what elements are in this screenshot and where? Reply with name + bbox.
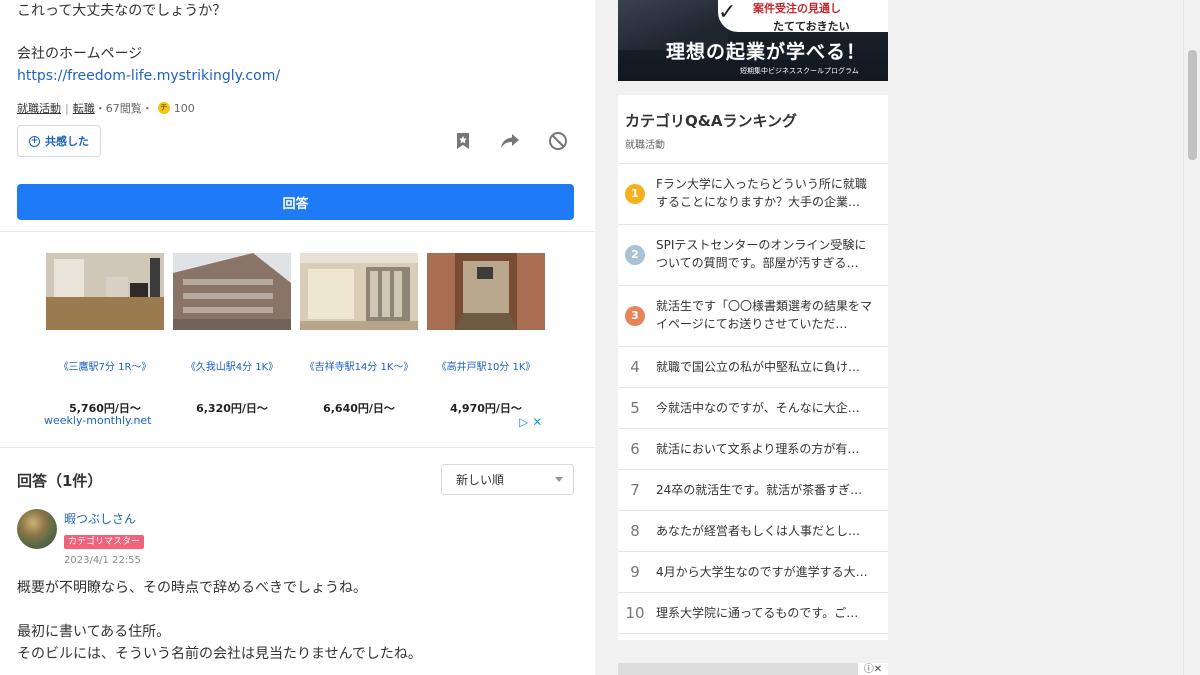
rank-number: 10	[625, 604, 645, 622]
bookmark-icon	[457, 133, 469, 149]
block-icon	[549, 132, 567, 150]
ranking-list: 1 Fラン大学に入ったらどういう所に就職することになりますか？大手の企業… 2 SPI…	[618, 163, 888, 634]
ranking-item-text: SPIテストセンターのオンライン受験についての質問です。部屋が汚すぎる…	[656, 238, 867, 270]
rank-number: 9	[630, 563, 640, 581]
ranking-item-text: 4月から大学生なのですが進学する大…	[656, 565, 868, 579]
share-icon	[501, 134, 519, 148]
banner-line1: 案件受注の見通し	[753, 2, 841, 15]
ad-image-room	[46, 253, 164, 330]
question-meta: 就職活動 | 転職 ・67閲覧・ チ 100	[17, 100, 195, 116]
ranking-item[interactable]: 8 あなたが経営者もしくは人事だとし…	[618, 510, 888, 551]
ad-price: 4,970円/日～	[450, 402, 522, 415]
plus-icon: +	[29, 135, 40, 147]
ad-image-hallway	[427, 253, 545, 330]
ad-title: 《三鷹駅7分 1R～》	[58, 362, 152, 373]
ranking-item[interactable]: 4 就職で国公立の私が中堅私立に負け…	[618, 346, 888, 387]
category-link-tenshoku[interactable]: 転職	[73, 100, 95, 116]
homepage-link[interactable]: https://freedom-life.mystrikingly.com/	[17, 67, 280, 85]
ad-close-icon[interactable]: ⓘ✕	[858, 663, 888, 675]
rank-number: 7	[630, 481, 640, 499]
ad-domain[interactable]: weekly-monthly.net	[44, 414, 152, 427]
ranking-item-text: 24卒の就活生です。就活が茶番すぎ…	[656, 483, 863, 497]
ranking-item-text: Fラン大学に入ったらどういう所に就職することになりますか？大手の企業…	[656, 177, 867, 209]
report-button[interactable]	[546, 129, 570, 153]
category-link-shukatsu[interactable]: 就職活動	[17, 100, 61, 116]
ad-card[interactable]: 《三鷹駅7分 1R～》 5,760円/日～	[46, 253, 164, 416]
rank-number: 6	[630, 440, 640, 458]
question-text: これって大丈夫なのでしょうか？	[17, 3, 227, 19]
check-icon: ✓	[718, 0, 737, 25]
answer-line	[17, 599, 422, 621]
scrollbar-thumb[interactable]	[1188, 50, 1197, 160]
banner-line2: たてておきたい	[773, 20, 850, 33]
ad-card[interactable]: 《久我山駅4分 1K》 6,320円/日～	[173, 253, 291, 416]
ad-image-building	[173, 253, 291, 330]
ad-price: 6,320円/日～	[196, 402, 268, 415]
rank-number: 4	[630, 358, 640, 376]
banner-sub: 短期集中ビジネススクールプログラム	[740, 67, 859, 75]
ranking-item[interactable]: 7 24卒の就活生です。就活が茶番すぎ…	[618, 469, 888, 510]
ranking-item[interactable]: 1 Fラン大学に入ったらどういう所に就職することになりますか？大手の企業…	[618, 163, 888, 224]
main-column: これって大丈夫なのでしょうか？ 会社のホームページ https://freedo…	[0, 0, 595, 675]
rank-number: 8	[630, 522, 640, 540]
homepage-label: 会社のホームページ	[17, 46, 143, 62]
ad-image-entrance	[300, 253, 418, 330]
ranking-item[interactable]: 10 理系大学院に通ってるものです。ご…	[618, 592, 888, 633]
ranking-item[interactable]: 9 4月から大学生なのですが進学する大…	[618, 551, 888, 592]
ranking-item[interactable]: 5 今就活中なのですが、そんなに大企…	[618, 387, 888, 428]
sort-label: 新しい順	[456, 473, 505, 487]
ad-price: 6,640円/日～	[323, 402, 395, 415]
rank-number: 5	[630, 399, 640, 417]
ad-card[interactable]: 《吉祥寺駅14分 1K～》 6,640円/日～	[300, 253, 418, 416]
sort-select[interactable]: 新しい順	[441, 464, 574, 495]
ranking-item[interactable]: 2 SPIテストセンターのオンライン受験についての質問です。部屋が汚すぎる…	[618, 224, 888, 285]
view-count: ・67閲覧・	[94, 102, 153, 115]
answer-line: 概要が不明瞭なら、その時点で辞めるべきでしょうね。	[17, 580, 367, 596]
ad-choices-icon[interactable]: ▷ ✕	[519, 415, 542, 429]
rank-medal-icon: 3	[625, 306, 645, 326]
ad-card[interactable]: 《高井戸駅10分 1K》 4,970円/日～	[427, 253, 545, 416]
caret-down-icon	[555, 477, 563, 482]
ranking-item-text: 理系大学院に通ってるものです。ご…	[656, 606, 859, 620]
empathy-label: 共感した	[45, 135, 89, 148]
bookmark-button[interactable]	[451, 129, 475, 153]
answer-button[interactable]: 回答	[17, 184, 574, 220]
answer-date: 2023/4/1 22:55	[64, 555, 141, 566]
avatar[interactable]	[17, 509, 57, 549]
coin-icon: チ	[157, 102, 170, 114]
ranking-item[interactable]: 3 就活生です「〇〇様書類選考の結果をマイページにてお送りさせていただ…	[618, 285, 888, 346]
empathy-button[interactable]: + 共感した	[17, 125, 101, 157]
answers-heading: 回答（1件）	[17, 472, 103, 490]
answer-line: そのビルには、そういう名前の会社は見当たりませんでしたね。	[17, 646, 422, 662]
divider	[618, 633, 888, 634]
answer-body: 概要が不明瞭なら、その時点で辞めるべきでしょうね。 最初に書いてある住所。 その…	[17, 577, 422, 665]
answer-line: 最初に書いてある住所。	[17, 624, 171, 640]
ranking-item-text: 就職で国公立の私が中堅私立に負け…	[656, 360, 861, 374]
category-master-badge: カテゴリマスター	[64, 535, 145, 549]
ranking-item[interactable]: 6 就活において文系より理系の方が有…	[618, 428, 888, 469]
ad-title: 《吉祥寺駅14分 1K～》	[304, 362, 414, 373]
ad-title: 《久我山駅4分 1K》	[185, 362, 279, 373]
scrollbar[interactable]	[1183, 0, 1200, 675]
answer-user-name[interactable]: 暇つぶしさん	[64, 510, 136, 527]
separator: |	[65, 101, 69, 115]
bottom-ad[interactable]: ⓘ✕	[618, 663, 888, 675]
rank-medal-icon: 2	[625, 245, 645, 265]
ranking-subtitle: 就職活動	[625, 140, 665, 151]
ranking-title: カテゴリQ&Aランキング	[625, 112, 797, 130]
property-ad: 《三鷹駅7分 1R～》 5,760円/日～ 《久我山駅4分 1K》 6,320円…	[40, 250, 550, 432]
divider	[0, 231, 595, 232]
category-ranking: カテゴリQ&Aランキング 就職活動 1 Fラン大学に入ったらどういう所に就職するこ…	[618, 95, 888, 640]
ranking-item-text: 就活生です「〇〇様書類選考の結果をマイページにてお送りさせていただ…	[656, 299, 873, 331]
ranking-item-text: あなたが経営者もしくは人事だとし…	[656, 524, 861, 538]
sidebar-banner-ad[interactable]: ✓ 案件受注の見通し たてておきたい 理想の起業が学べる！ 短期集中ビジネススク…	[618, 0, 888, 81]
share-button[interactable]	[498, 129, 522, 153]
ranking-item-text: 今就活中なのですが、そんなに大企…	[656, 401, 860, 415]
rank-medal-icon: 1	[625, 184, 645, 204]
banner-headline: 理想の起業が学べる！	[666, 41, 867, 63]
coin-count: 100	[173, 101, 195, 115]
ad-title: 《高井戸駅10分 1K》	[436, 362, 536, 373]
ranking-item-text: 就活において文系より理系の方が有…	[656, 442, 860, 456]
divider	[0, 447, 595, 448]
